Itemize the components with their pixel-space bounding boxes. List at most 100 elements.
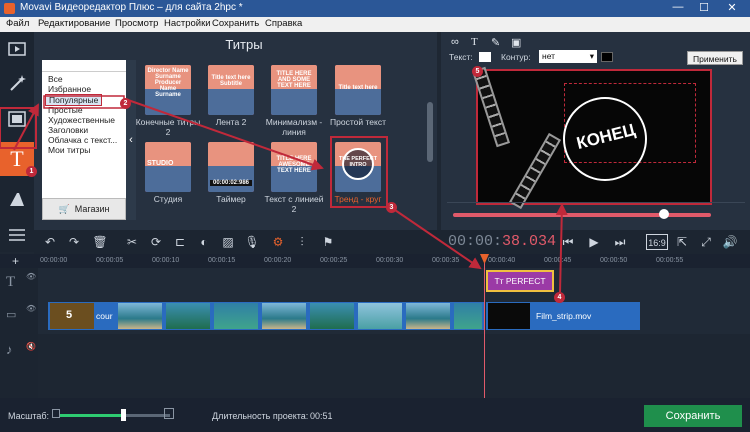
tiles-scrollbar[interactable]	[427, 102, 433, 162]
title-tile-ribbon[interactable]: Title text here Subtitle	[208, 65, 254, 115]
import-media-button[interactable]	[4, 36, 30, 62]
visibility-eye-icon[interactable]: 👁	[26, 272, 36, 281]
image-icon[interactable]: ▨	[220, 234, 236, 250]
flag-icon[interactable]: ⚑	[320, 234, 336, 250]
ruler-tick: 00:00:05	[96, 257, 124, 264]
microphone-icon[interactable]: 🎙	[244, 234, 260, 250]
title-clip[interactable]: Tт PERFECT	[486, 270, 554, 292]
video-clip-2[interactable]: Film_strip.mov	[486, 302, 640, 330]
clip-name: cour	[96, 311, 113, 321]
zoom-in-icon[interactable]	[164, 408, 174, 419]
video-preview[interactable]: КОНЕЦ	[471, 66, 712, 210]
visibility-eye-icon[interactable]: 👁	[26, 304, 36, 313]
rotate-icon[interactable]: ⟳	[148, 234, 164, 250]
mute-icon[interactable]: 🔇	[26, 342, 36, 351]
menu-help[interactable]: Справка	[265, 18, 302, 29]
color-adjust-icon[interactable]: ◐	[196, 234, 212, 250]
preview-panel: ∞ T ✎ ▣ Текст: Контур: нет ▾ Применить К…	[441, 32, 750, 230]
previous-frame-icon[interactable]: ⏮	[560, 234, 576, 250]
title-tile-end-credits[interactable]: Director Name Surname Producer Name Surn…	[145, 65, 191, 115]
link-icon[interactable]: ∞	[451, 36, 459, 48]
next-frame-icon[interactable]: ⏭	[612, 234, 628, 250]
zoom-slider-handle[interactable]	[121, 409, 126, 421]
title-tile-minimalism[interactable]: TITLE HERE AND SOME TEXT HERE	[271, 65, 317, 115]
video-clip-1[interactable]: 5 cour	[48, 302, 484, 330]
filters-button[interactable]	[4, 106, 30, 132]
menu-file[interactable]: Файл	[6, 18, 29, 29]
outline-value: нет	[542, 51, 556, 61]
text-color-swatch[interactable]	[479, 52, 491, 62]
tile-thumb-text: Title text here	[338, 85, 378, 91]
add-track-icon[interactable]: +	[12, 254, 19, 268]
category-simple[interactable]: Простые	[48, 105, 83, 115]
ruler-tick: 00:00:35	[432, 257, 460, 264]
store-button[interactable]: 🛒 Магазин	[42, 198, 126, 220]
maximize-button[interactable]: ☐	[694, 1, 714, 14]
list-icon	[9, 229, 25, 241]
category-artistic[interactable]: Художественные	[48, 115, 115, 125]
ruler-tick: 00:00:20	[264, 257, 292, 264]
delete-icon[interactable]: 🗑	[92, 234, 108, 250]
zoom-out-icon[interactable]	[52, 409, 60, 418]
play-icon[interactable]: ▶	[586, 234, 602, 250]
cut-icon[interactable]: ✂	[124, 234, 140, 250]
more-tools-button[interactable]	[4, 222, 30, 248]
equalizer-icon[interactable]: ⫶	[294, 234, 310, 250]
film-icon	[8, 42, 26, 56]
text-tool-icon[interactable]: T	[471, 36, 478, 48]
title-clip-label: PERFECT	[505, 276, 546, 286]
annotation-badge: 1	[26, 166, 37, 177]
category-speech-bubbles[interactable]: Облачка с текст...	[48, 135, 117, 145]
category-all[interactable]: Все	[48, 74, 63, 84]
playback-seek-bar[interactable]	[453, 213, 711, 217]
timeline-ruler[interactable]: + 00:00:00 00:00:05 00:00:10 00:00:15 00…	[0, 254, 750, 268]
app-logo-icon	[4, 3, 15, 14]
pen-icon[interactable]: ✎	[491, 36, 500, 49]
music-note-icon: ♪	[6, 342, 13, 357]
fullscreen-icon[interactable]: ⤢	[698, 234, 714, 250]
film-strip-graphic	[471, 66, 511, 148]
save-button[interactable]: Сохранить	[644, 405, 742, 427]
effects-button[interactable]	[4, 70, 30, 96]
menu-edit[interactable]: Редактирование	[38, 18, 110, 29]
category-my-titles[interactable]: Мои титры	[48, 145, 90, 155]
clip-thumbnail	[166, 303, 210, 329]
title-tile-text-line[interactable]: TITLE HERE AWESOME TEXT HERE	[271, 142, 317, 192]
playhead[interactable]	[484, 255, 485, 400]
zoom-slider-fill	[60, 414, 124, 417]
settings-gear-icon[interactable]: ⚙	[270, 234, 286, 250]
outline-select[interactable]: нет ▾	[539, 50, 597, 63]
redo-icon[interactable]: ↷	[66, 234, 82, 250]
menu-save[interactable]: Сохранить	[212, 18, 259, 29]
tile-label: Простой текст	[330, 117, 386, 127]
export-icon[interactable]: ⇱	[674, 234, 690, 250]
crop-icon[interactable]: ⊏	[172, 234, 188, 250]
undo-icon[interactable]: ↶	[42, 234, 58, 250]
clip-thumbnail	[406, 303, 450, 329]
close-button[interactable]: ✕	[722, 1, 742, 14]
category-headings[interactable]: Заголовки	[48, 125, 88, 135]
title-tile-timer[interactable]: 00:00:02:986	[208, 142, 254, 192]
audio-track	[38, 334, 750, 398]
menu-settings[interactable]: Настройки	[164, 18, 211, 29]
transitions-button[interactable]	[4, 186, 30, 212]
seek-handle[interactable]	[659, 209, 669, 219]
category-search-input[interactable]	[42, 60, 126, 72]
title-tile-studio[interactable]: STUDIO	[145, 142, 191, 192]
category-favorites[interactable]: Избранное	[48, 84, 91, 94]
ruler-tick: 00:00:40	[488, 257, 516, 264]
menu-view[interactable]: Просмотр	[115, 18, 158, 29]
title-tile-simple-text[interactable]: Title text here	[335, 65, 381, 115]
outline-color-swatch[interactable]	[601, 52, 613, 62]
minimize-button[interactable]: —	[668, 1, 688, 13]
ruler-tick: 00:00:25	[320, 257, 348, 264]
filter-icon	[8, 111, 26, 127]
volume-icon[interactable]: 🔊	[722, 234, 738, 250]
aspect-ratio-button[interactable]: 16:9	[646, 234, 668, 250]
duration-value: 00:51	[310, 411, 333, 421]
clipboard-icon[interactable]: ▣	[511, 36, 521, 49]
menu-bar: Файл Редактирование Просмотр Настройки С…	[0, 17, 750, 32]
edit-toolbar: ↶ ↷ 🗑 ✂ ⟳ ⊏ ◐ ▨ 🎙 ⚙ ⫶ ⚑ 00:00:38.034 ⏮ ▶…	[34, 230, 750, 254]
apply-button[interactable]: Применить	[687, 51, 743, 65]
clip-thumbnail	[488, 303, 530, 329]
